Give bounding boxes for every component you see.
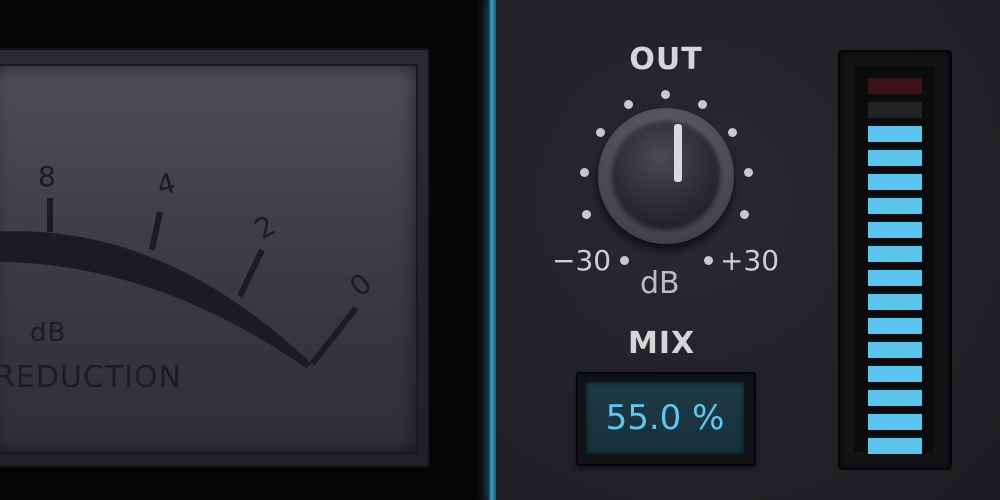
output-knob[interactable] [598,108,734,244]
mix-value-field[interactable]: 55.0 % [576,372,756,466]
knob-scale-dot [704,256,713,265]
level-segment [868,294,922,310]
scale-label-2: 2 [249,209,281,246]
mix-value: 55.0 % [605,398,725,438]
knob-scale-dot [661,90,670,99]
scale-label-4: 4 [153,166,179,202]
knob-pointer [674,124,682,182]
level-segment [868,126,922,142]
knob-scale-dot [582,210,591,219]
level-segment [868,366,922,382]
level-segment [868,174,922,190]
meter-title-label: REDUCTION [0,360,183,395]
knob-scale-dot [744,168,753,177]
meter-scale: 8 4 2 0 [0,160,378,368]
output-level-meter [838,50,952,470]
level-segment [868,102,922,118]
knob-scale-dot [740,210,749,219]
scale-label-8: 8 [38,160,56,193]
level-segment [868,390,922,406]
level-segment [868,198,922,214]
level-segment [868,222,922,238]
tick-0 [309,306,359,366]
level-segment [868,270,922,286]
level-segment [868,150,922,166]
level-segment [868,438,922,454]
knob-max-label: +30 [720,244,780,277]
knob-unit-label: dB [640,266,680,301]
knob-scale-dot [580,168,589,177]
scale-label-0: 0 [343,267,378,304]
panel-divider [488,0,496,500]
mix-screen: 55.0 % [586,382,744,454]
level-segment [868,78,922,94]
level-segment [868,318,922,334]
meter-unit-label: dB [30,318,67,348]
tick-2 [237,248,265,298]
mix-label: MIX [628,326,696,361]
knob-min-label: −30 [552,244,612,277]
rotary-knob-icon [612,120,720,228]
level-segment [868,342,922,358]
out-label: OUT [629,42,703,77]
level-segment [868,246,922,262]
knob-scale-dot [620,256,629,265]
tick-4 [149,211,163,251]
gain-reduction-panel: 8 4 2 0 dB REDUCTION [0,0,492,500]
level-segment [868,414,922,430]
level-meter-track [854,66,934,454]
